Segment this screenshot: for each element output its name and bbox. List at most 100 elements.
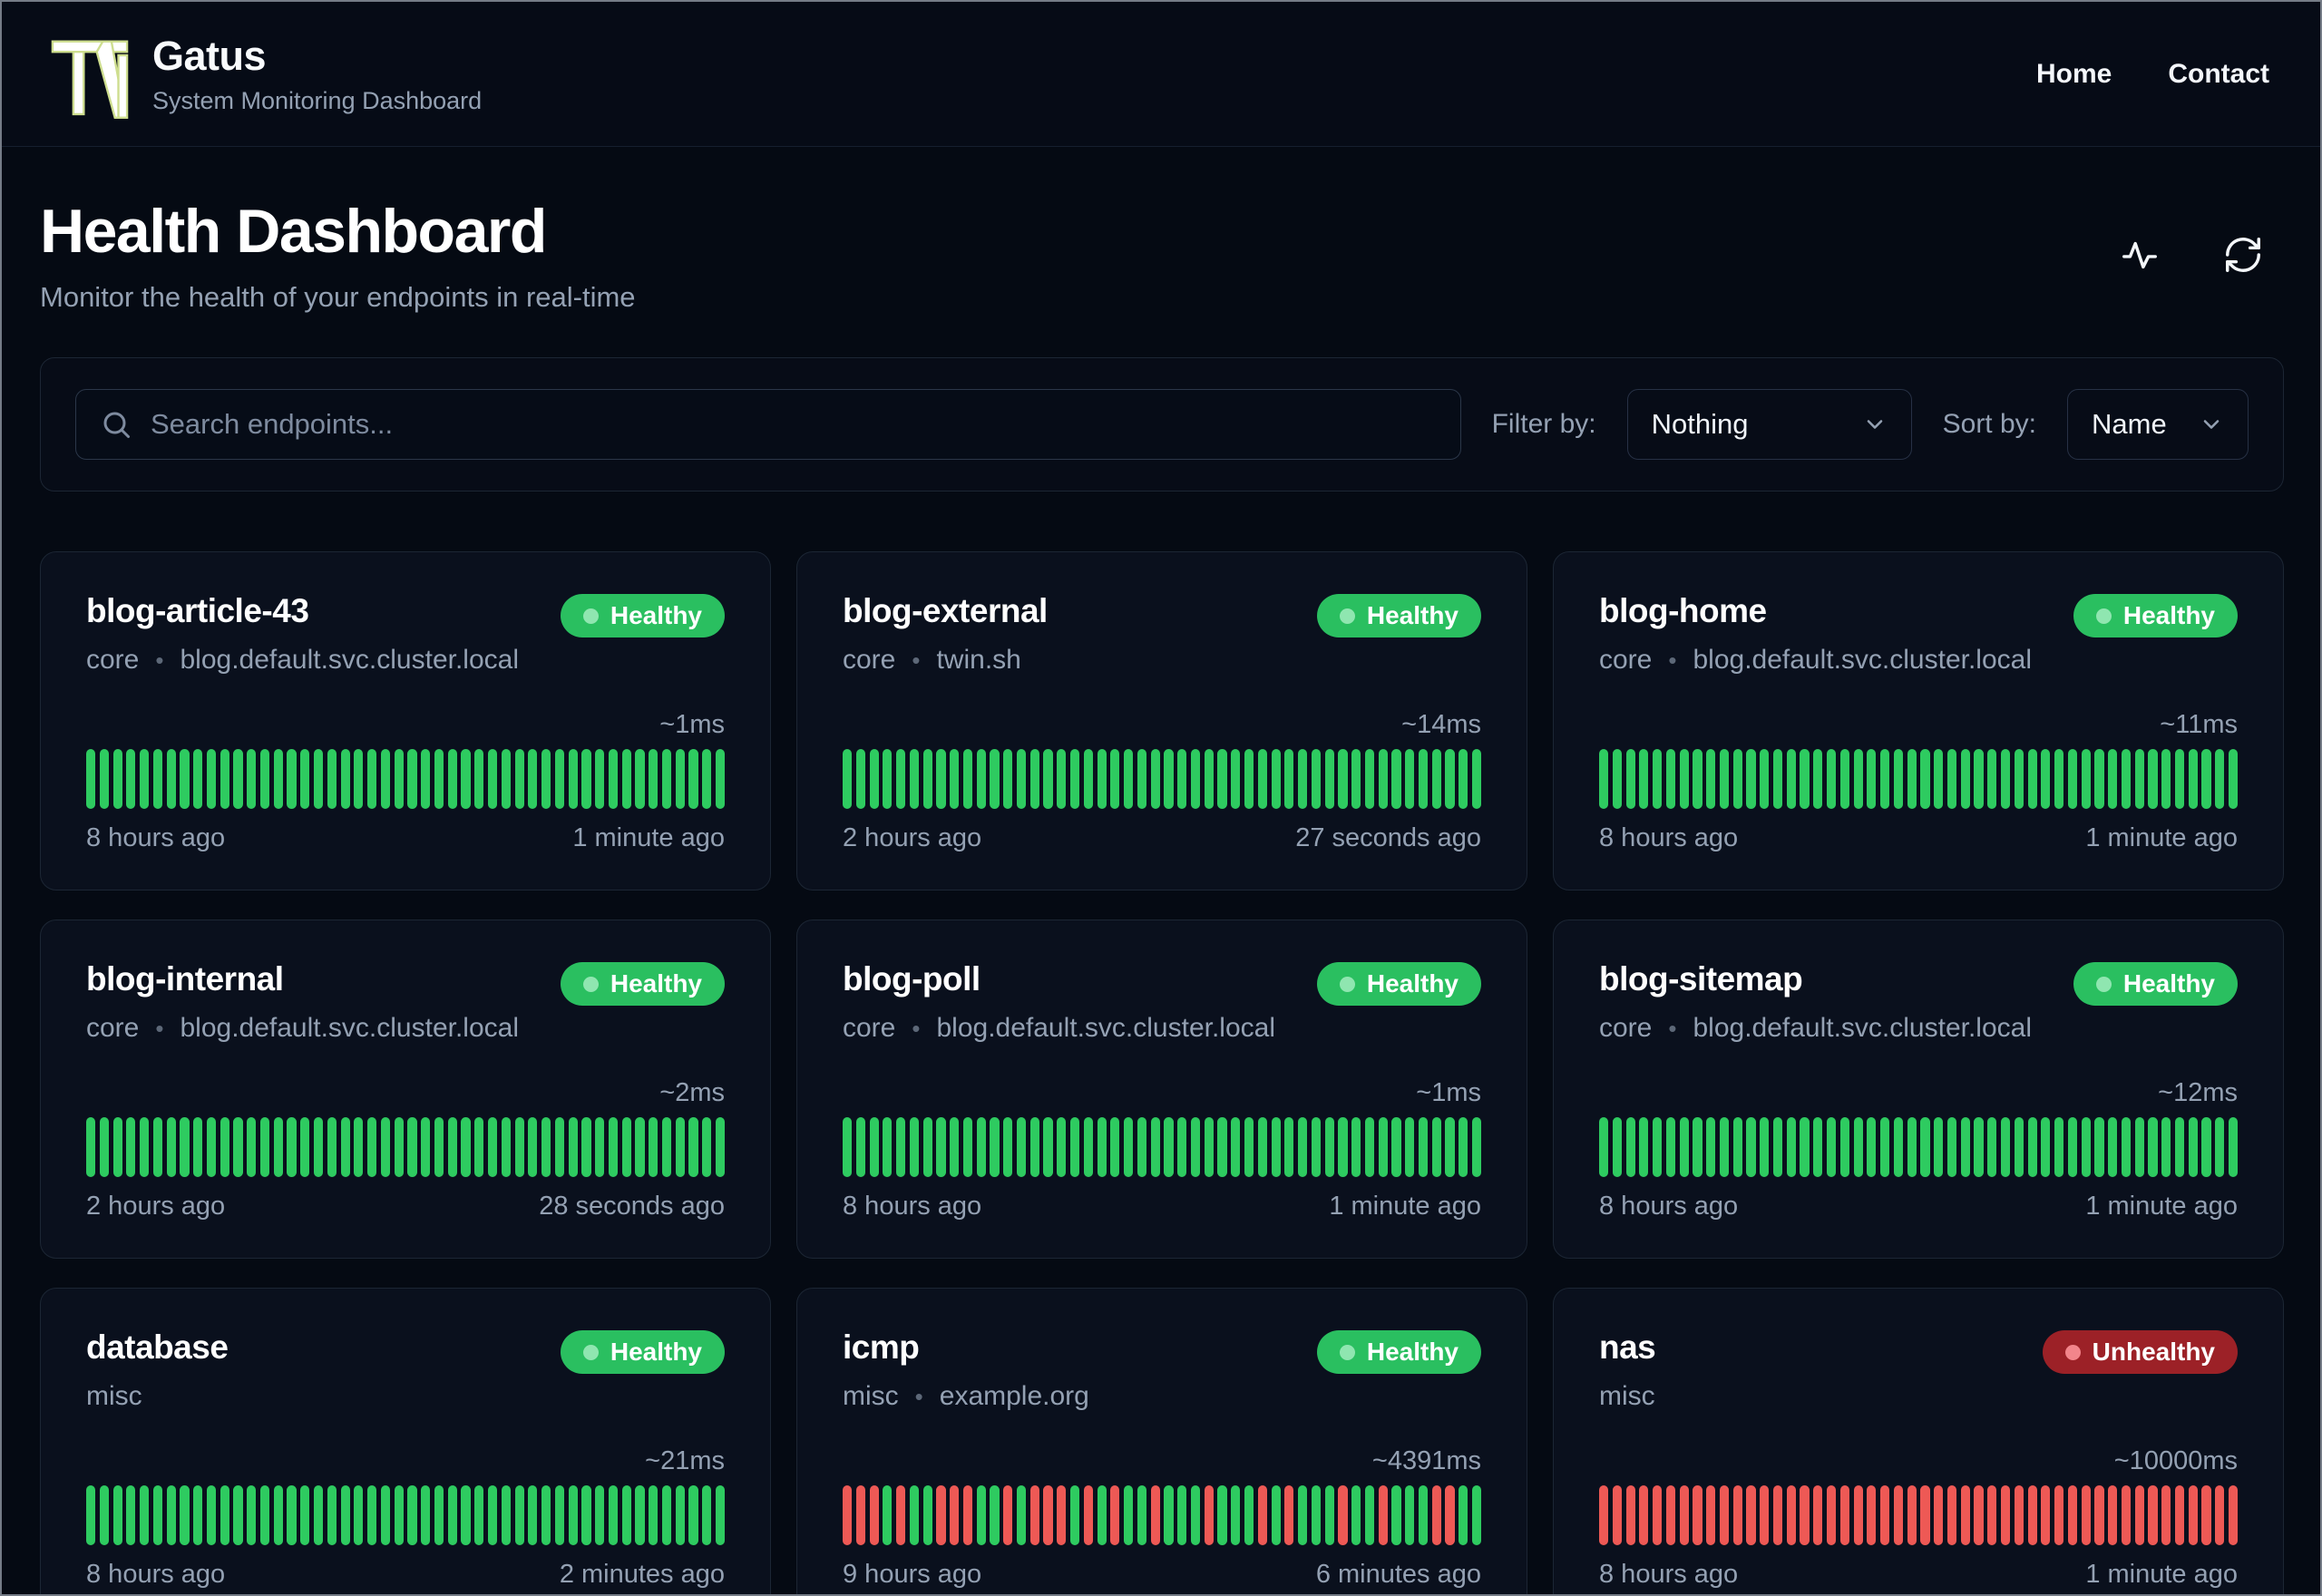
- search-box[interactable]: [75, 389, 1461, 460]
- uptime-bars[interactable]: [1599, 1485, 2239, 1545]
- health-bar: [1204, 1485, 1214, 1545]
- health-bar: [2094, 1485, 2104, 1545]
- health-bar: [1110, 1117, 1120, 1177]
- health-bar: [1177, 1485, 1187, 1545]
- health-bar: [2027, 749, 2037, 809]
- endpoint-card[interactable]: icmp misc • example.org Healthy ~4391ms …: [796, 1288, 1527, 1594]
- nav-link-contact[interactable]: Contact: [2168, 59, 2269, 90]
- health-bar: [367, 1485, 377, 1545]
- health-bar: [1271, 1485, 1281, 1545]
- endpoint-card[interactable]: blog-external core • twin.sh Healthy ~14…: [796, 551, 1527, 890]
- health-bar: [1653, 1117, 1663, 1177]
- endpoint-card[interactable]: blog-sitemap core • blog.default.svc.clu…: [1553, 920, 2284, 1259]
- health-bar: [1839, 749, 1849, 809]
- health-bar: [2215, 1485, 2225, 1545]
- health-bar: [1043, 1117, 1053, 1177]
- uptime-bars[interactable]: [843, 749, 1482, 809]
- health-bar: [2067, 1485, 2077, 1545]
- endpoint-card[interactable]: blog-home core • blog.default.svc.cluste…: [1553, 551, 2284, 890]
- health-bar: [1338, 1117, 1348, 1177]
- status-badge: Healthy: [2073, 594, 2238, 637]
- health-bar: [1364, 1117, 1375, 1177]
- uptime-bars[interactable]: [86, 1485, 726, 1545]
- health-bar: [180, 749, 190, 809]
- health-bar: [869, 1485, 879, 1545]
- uptime-bars[interactable]: [1599, 1117, 2239, 1177]
- health-bar: [1706, 749, 1716, 809]
- health-bar: [1746, 749, 1756, 809]
- health-bar: [340, 1117, 350, 1177]
- health-bar: [273, 1485, 283, 1545]
- health-bar: [1217, 1117, 1227, 1177]
- health-bar: [1110, 749, 1120, 809]
- oldest-timestamp: 8 hours ago: [1599, 1560, 1739, 1589]
- health-bar: [407, 1485, 417, 1545]
- health-bar: [2228, 749, 2239, 809]
- newest-timestamp: 1 minute ago: [2085, 1192, 2238, 1221]
- health-bar: [233, 1117, 243, 1177]
- endpoint-card[interactable]: blog-article-43 core • blog.default.svc.…: [40, 551, 771, 890]
- uptime-bars[interactable]: [843, 1485, 1482, 1545]
- uptime-bars[interactable]: [1599, 749, 2239, 809]
- endpoint-card[interactable]: database misc Healthy ~21ms 8 hours ago …: [40, 1288, 771, 1594]
- health-bar: [180, 1485, 190, 1545]
- health-bar: [1418, 749, 1429, 809]
- health-bar: [1150, 749, 1160, 809]
- sort-label: Sort by:: [1942, 409, 2036, 439]
- health-bar: [1016, 1485, 1027, 1545]
- endpoint-card[interactable]: nas misc Unhealthy ~10000ms 8 hours ago …: [1553, 1288, 2284, 1594]
- filter-select[interactable]: Nothing: [1626, 389, 1912, 460]
- health-bar: [2014, 749, 2024, 809]
- health-bar: [950, 749, 960, 809]
- main-content: Health Dashboard Monitor the health of y…: [2, 147, 2320, 1594]
- health-bar: [1760, 1117, 1770, 1177]
- status-label: Healthy: [1366, 601, 1459, 629]
- health-bar: [1231, 1117, 1241, 1177]
- health-bar: [1324, 1485, 1334, 1545]
- health-bar: [528, 1485, 538, 1545]
- brand-block: Gatus System Monitoring Dashboard: [152, 33, 482, 115]
- health-bar: [2041, 1117, 2051, 1177]
- health-bar: [193, 749, 203, 809]
- health-bar: [1124, 1117, 1134, 1177]
- health-bar: [922, 1117, 932, 1177]
- health-bar: [1459, 1485, 1468, 1545]
- health-bar: [1665, 749, 1675, 809]
- health-bar: [950, 1117, 960, 1177]
- health-bar: [715, 749, 726, 809]
- health-bar: [1204, 749, 1214, 809]
- health-bar: [962, 1117, 973, 1177]
- health-bar: [1612, 749, 1622, 809]
- activity-icon[interactable]: [2119, 234, 2161, 276]
- endpoint-name: nas: [1599, 1328, 1656, 1366]
- health-bar: [1974, 1117, 1984, 1177]
- sort-select[interactable]: Name: [2067, 389, 2249, 460]
- health-bar: [1665, 1485, 1675, 1545]
- health-bar: [595, 1485, 605, 1545]
- uptime-bars[interactable]: [86, 749, 726, 809]
- uptime-bars[interactable]: [86, 1117, 726, 1177]
- chevron-down-icon: [1867, 420, 1882, 429]
- health-bar: [140, 1117, 150, 1177]
- endpoint-host: example.org: [939, 1381, 1089, 1411]
- oldest-timestamp: 8 hours ago: [86, 823, 226, 852]
- nav-link-home[interactable]: Home: [2036, 59, 2112, 90]
- health-bar: [608, 1485, 619, 1545]
- sort-value: Name: [2092, 408, 2167, 440]
- health-bar: [909, 749, 919, 809]
- uptime-bars[interactable]: [843, 1117, 1482, 1177]
- app-header: Gatus System Monitoring Dashboard Home C…: [2, 2, 2320, 147]
- endpoint-card[interactable]: blog-poll core • blog.default.svc.cluste…: [796, 920, 1527, 1259]
- health-bar: [300, 1485, 310, 1545]
- endpoint-card[interactable]: blog-internal core • blog.default.svc.cl…: [40, 920, 771, 1259]
- health-bar: [447, 1117, 457, 1177]
- health-bar: [661, 749, 672, 809]
- refresh-icon[interactable]: [2222, 234, 2264, 276]
- health-bar: [166, 1117, 176, 1177]
- health-bar: [112, 1117, 122, 1177]
- health-bar: [2228, 1485, 2239, 1545]
- status-label: Healthy: [610, 969, 702, 998]
- search-input[interactable]: [151, 408, 1437, 441]
- health-bar: [1391, 1117, 1401, 1177]
- health-bar: [1679, 1117, 1689, 1177]
